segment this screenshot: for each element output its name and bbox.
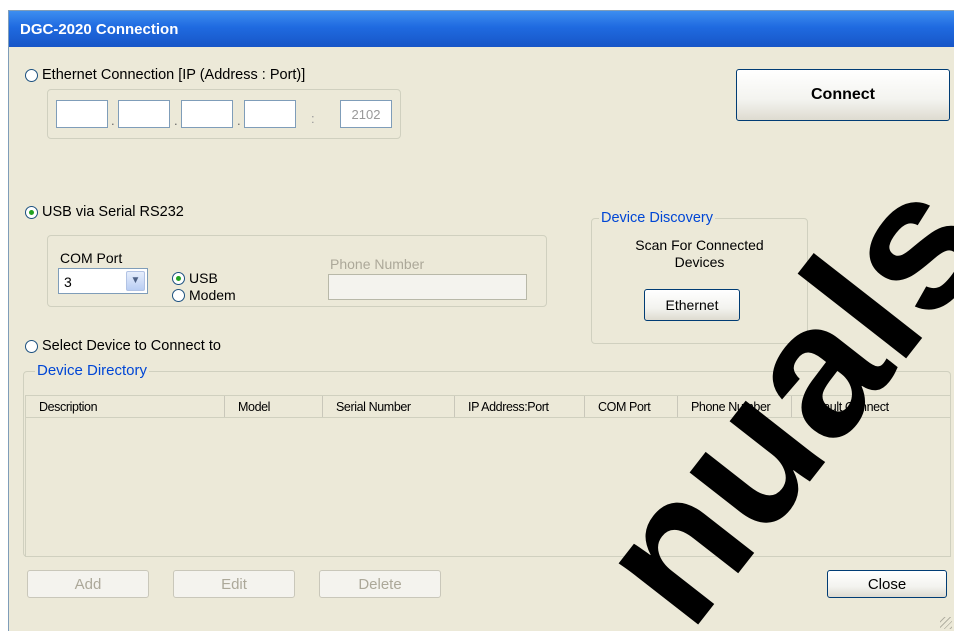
column-com-port[interactable]: COM Port [585,396,678,417]
device-discovery-title: Device Discovery [599,210,715,226]
table-header: Description Model Serial Number IP Addre… [26,396,950,418]
column-serial-number[interactable]: Serial Number [323,396,455,417]
column-default-connect[interactable]: Default Connect [792,396,922,417]
com-port-select[interactable]: 3 ▼ [58,268,148,294]
select-device-radio-circle[interactable] [25,339,38,353]
device-directory-table[interactable]: Description Model Serial Number IP Addre… [25,395,951,557]
column-model[interactable]: Model [225,396,323,417]
window-title: DGC-2020 Connection [20,21,179,38]
add-button[interactable]: Add [27,570,149,598]
phone-number-input[interactable] [328,274,527,300]
serial-settings-group: COM Port 3 ▼ USB Modem Phone Number [47,235,547,307]
phone-number-label: Phone Number [330,256,425,272]
usb-mode-label: USB [189,270,218,286]
com-port-value: 3 [64,274,72,290]
port-input[interactable]: 2102 [340,100,392,128]
ip-octet-3-input[interactable] [181,100,233,128]
modem-mode-radio-circle[interactable] [172,288,185,302]
discovery-ethernet-button[interactable]: Ethernet [644,289,740,321]
modem-mode-label: Modem [189,287,236,303]
select-device-radio[interactable]: Select Device to Connect to [25,338,221,354]
ip-octet-4-input[interactable] [244,100,296,128]
usb-serial-radio[interactable]: USB via Serial RS232 [25,204,184,220]
ip-octet-1-input[interactable] [56,100,108,128]
column-phone-number[interactable]: Phone Number [678,396,792,417]
ethernet-radio-circle[interactable] [25,68,38,82]
column-description[interactable]: Description [26,396,225,417]
title-bar: DGC-2020 Connection [9,11,954,47]
port-separator: : [311,111,315,126]
resize-grip-icon[interactable] [940,617,952,629]
com-port-label: COM Port [60,250,123,266]
ethernet-connection-label: Ethernet Connection [IP (Address : Port)… [42,67,306,83]
usb-serial-radio-circle[interactable] [25,205,38,219]
ip-address-group: . . . : 2102 [47,89,401,139]
ip-dot-2: . [174,113,178,128]
modem-mode-radio[interactable]: Modem [172,287,236,303]
usb-mode-radio[interactable]: USB [172,270,218,286]
ip-octet-2-input[interactable] [118,100,170,128]
delete-button[interactable]: Delete [319,570,441,598]
ip-dot-3: . [237,113,241,128]
connect-button[interactable]: Connect [736,69,950,121]
chevron-down-icon[interactable]: ▼ [126,271,145,291]
ethernet-connection-radio[interactable]: Ethernet Connection [IP (Address : Port)… [25,67,305,83]
edit-button[interactable]: Edit [173,570,295,598]
usb-mode-radio-circle[interactable] [172,271,185,285]
connection-dialog: DGC-2020 Connection Ethernet Connection … [8,10,954,631]
device-directory-title: Device Directory [35,362,150,379]
ip-dot-1: . [111,113,115,128]
close-button[interactable]: Close [827,570,947,598]
select-device-label: Select Device to Connect to [42,338,221,354]
usb-serial-label: USB via Serial RS232 [42,204,184,220]
scan-description: Scan For Connected Devices [635,237,764,270]
column-ip-address-port[interactable]: IP Address:Port [455,396,585,417]
